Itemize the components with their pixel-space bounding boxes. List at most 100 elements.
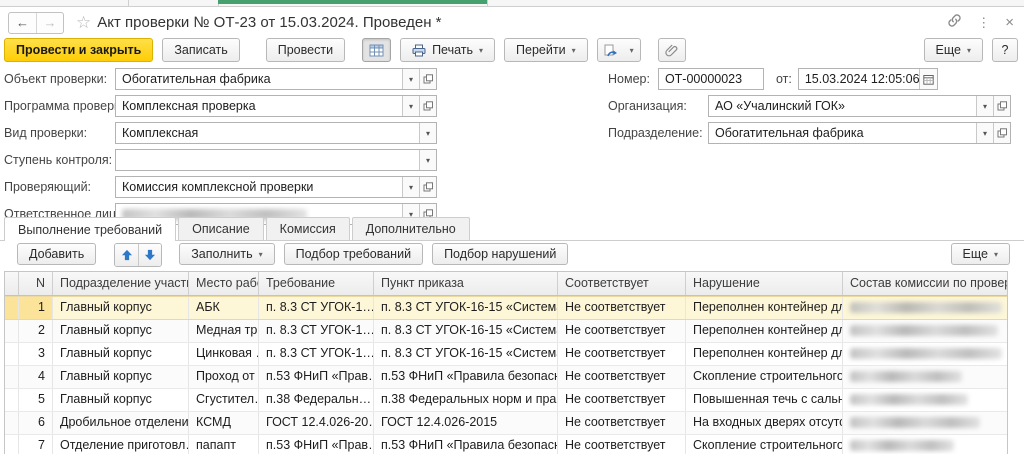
fill-button[interactable]: Заполнить ▾ (179, 243, 274, 265)
dropdown-button[interactable]: ▾ (402, 177, 419, 197)
col-header[interactable]: Подразделение участка (53, 272, 189, 295)
tab-additional[interactable]: Дополнительно (352, 217, 470, 240)
post-and-close-button[interactable]: Провести и закрыть (4, 38, 153, 62)
dropdown-button[interactable]: ▾ (402, 96, 419, 116)
open-button[interactable] (419, 96, 436, 116)
col-header[interactable]: Состав комиссии по проверке (843, 272, 1007, 295)
cell-req: п.53 ФНиП «Прав… (259, 366, 374, 388)
requirements-table: N Подразделение участка Место работ Треб… (4, 271, 1008, 454)
cell-unit: Отделение приготовл… (53, 435, 189, 454)
cell-req: ГОСТ 12.4.026-20… (259, 412, 374, 434)
app-tab-strip[interactable] (0, 0, 1024, 7)
organization-field[interactable]: АО «Учалинский ГОК» ▾ (708, 95, 1011, 117)
field-value (116, 150, 419, 170)
post-button[interactable]: Провести (266, 38, 345, 62)
col-header[interactable]: Требование (259, 272, 374, 295)
table-row[interactable]: 4Главный корпусПроход от …п.53 ФНиП «Пра… (5, 366, 1007, 389)
tab-committee[interactable]: Комиссия (266, 217, 350, 240)
open-button[interactable] (419, 177, 436, 197)
program-field[interactable]: Комплексная проверка ▾ (115, 95, 437, 117)
pick-requirements-button[interactable]: Подбор требований (284, 243, 423, 265)
cell-unit: Главный корпус (53, 366, 189, 388)
save-button[interactable]: Записать (162, 38, 239, 62)
calendar-button[interactable] (919, 69, 937, 89)
cell-committee (843, 435, 1007, 454)
menu-kebab-icon[interactable]: ⋮ (977, 15, 990, 31)
cell-conf: Не соответствует (558, 412, 686, 434)
redacted-text (850, 371, 962, 382)
tab-bar: Выполнение требований Описание Комиссия … (0, 217, 1024, 241)
goto-button[interactable]: Перейти ▾ (504, 38, 588, 62)
link-icon[interactable] (947, 13, 962, 33)
document-arrow-icon (604, 44, 618, 57)
col-header[interactable]: Место работ (189, 272, 259, 295)
table-row[interactable]: 6Дробильное отделениеКСМДГОСТ 12.4.026-2… (5, 412, 1007, 435)
show-list-button[interactable] (362, 38, 391, 62)
cell-req: п. 8.3 СТ УГОК-1… (259, 297, 374, 319)
forward-button[interactable]: → (36, 13, 63, 33)
table-row[interactable]: 2Главный корпусМедная тр…п. 8.3 СТ УГОК-… (5, 320, 1007, 343)
field-label: Организация: (608, 99, 708, 113)
tab-requirements[interactable]: Выполнение требований (4, 217, 176, 241)
cell-n: 6 (19, 412, 53, 434)
cell-conf: Не соответствует (558, 343, 686, 365)
dropdown-button[interactable]: ▾ (976, 123, 993, 143)
inspector-field[interactable]: Комиссия комплексной проверки ▾ (115, 176, 437, 198)
cell-viol: На входных дверях отсутс… (686, 412, 843, 434)
cell-viol: Повышенная течь с сальн… (686, 389, 843, 411)
document-window: ← → ☆ Акт проверки № ОТ-23 от 15.03.2024… (0, 0, 1024, 454)
department-field[interactable]: Обогатительная фабрика ▾ (708, 122, 1011, 144)
print-button[interactable]: Печать ▾ (400, 38, 495, 62)
cell-conf: Не соответствует (558, 366, 686, 388)
cell-req: п. 8.3 СТ УГОК-1… (259, 343, 374, 365)
create-based-on-button[interactable]: ▾ (597, 38, 641, 62)
open-button[interactable] (419, 69, 436, 89)
dropdown-button[interactable]: ▾ (419, 123, 436, 143)
col-header[interactable]: Пункт приказа (374, 272, 558, 295)
table-more-button[interactable]: Еще ▾ (951, 243, 1010, 265)
close-icon[interactable]: × (1005, 14, 1014, 31)
col-header[interactable]: Соответствует (558, 272, 686, 295)
col-header[interactable]: Нарушение (686, 272, 843, 295)
object-field[interactable]: Обогатительная фабрика ▾ (115, 68, 437, 90)
col-header[interactable]: N (19, 272, 53, 295)
field-label: Проверяющий: (4, 180, 115, 194)
cell-n: 3 (19, 343, 53, 365)
control-level-field[interactable]: ▾ (115, 149, 437, 171)
table-row[interactable]: 1Главный корпусАБКп. 8.3 СТ УГОК-1…п. 8.… (5, 296, 1007, 320)
pick-violations-button[interactable]: Подбор нарушений (432, 243, 568, 265)
open-button[interactable] (993, 96, 1010, 116)
dropdown-button[interactable]: ▾ (402, 69, 419, 89)
table-row[interactable]: 3Главный корпусЦинковая …п. 8.3 СТ УГОК-… (5, 343, 1007, 366)
help-button[interactable]: ? (992, 38, 1018, 62)
tab-description[interactable]: Описание (178, 217, 264, 240)
favorite-star-icon[interactable]: ☆ (76, 13, 91, 33)
check-type-field[interactable]: Комплексная ▾ (115, 122, 437, 144)
number-field[interactable]: ОТ-00000023 (658, 68, 764, 90)
table-header-row: N Подразделение участка Место работ Треб… (5, 272, 1007, 296)
main-toolbar: Провести и закрыть Записать Провести Печ… (0, 38, 1024, 64)
more-button[interactable]: Еще ▾ (924, 38, 983, 62)
redacted-text (850, 325, 998, 336)
cell-marker (5, 389, 19, 411)
dropdown-button[interactable]: ▾ (976, 96, 993, 116)
chevron-down-icon: ▾ (994, 250, 998, 259)
chevron-down-icon: ▾ (630, 46, 634, 55)
table-row[interactable]: 5Главный корпусСгустител…п.38 Федеральн…… (5, 389, 1007, 412)
open-button[interactable] (993, 123, 1010, 143)
date-field[interactable]: 15.03.2024 12:05:06 (798, 68, 938, 90)
cell-viol: Скопление строительного … (686, 435, 843, 454)
field-value: ОТ-00000023 (659, 69, 763, 89)
attachments-button[interactable] (658, 38, 686, 62)
field-label: Объект проверки: (4, 72, 115, 86)
history-nav: ← → (8, 12, 64, 34)
cell-viol: Переполнен контейнер дл… (686, 297, 843, 319)
back-button[interactable]: ← (9, 13, 36, 33)
table-row[interactable]: 7Отделение приготовл…папаптп.53 ФНиП «Пр… (5, 435, 1007, 454)
move-up-button[interactable] (115, 244, 138, 266)
add-row-button[interactable]: Добавить (17, 243, 96, 265)
cell-conf: Не соответствует (558, 435, 686, 454)
dropdown-button[interactable]: ▾ (419, 150, 436, 170)
title-bar: ← → ☆ Акт проверки № ОТ-23 от 15.03.2024… (0, 7, 1024, 38)
move-down-button[interactable] (138, 244, 161, 266)
